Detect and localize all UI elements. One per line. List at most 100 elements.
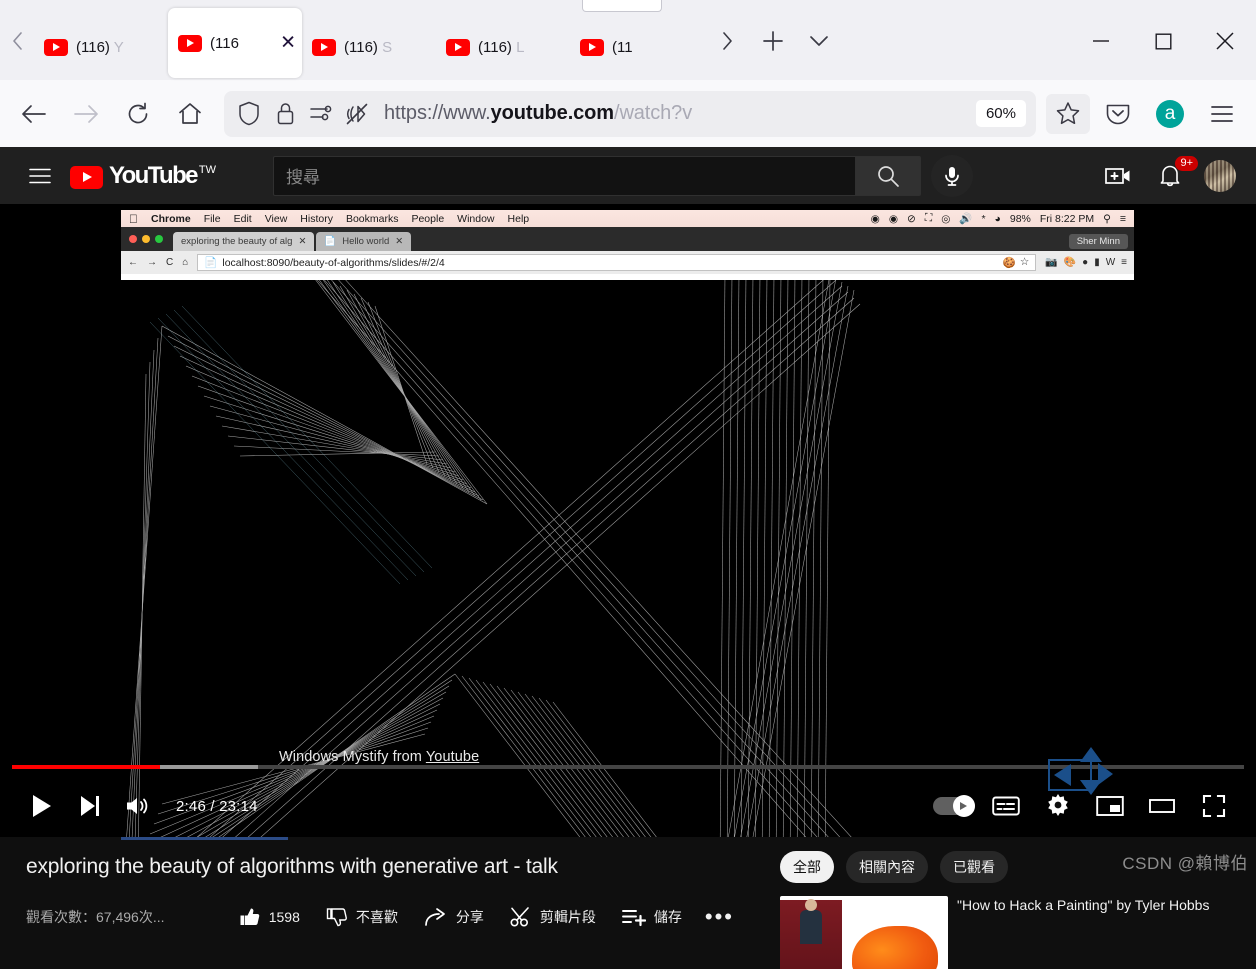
- mac-zoom-dot[interactable]: [155, 235, 163, 243]
- word-extension-icon[interactable]: W: [1106, 257, 1115, 268]
- chip-watched[interactable]: 已觀看: [940, 851, 1008, 883]
- shield-icon[interactable]: [232, 97, 266, 131]
- window-close-button[interactable]: [1194, 2, 1256, 80]
- bookmark-button[interactable]: [1046, 93, 1090, 134]
- badge-extension-icon[interactable]: ▮: [1094, 257, 1100, 268]
- window-maximize-button[interactable]: [1132, 2, 1194, 80]
- tabbar-drag-space: [842, 2, 1070, 80]
- padlock-icon[interactable]: [268, 97, 302, 131]
- dislike-button[interactable]: 不喜歡: [313, 897, 411, 937]
- new-tab-button[interactable]: [750, 2, 796, 80]
- home-button[interactable]: [166, 92, 214, 136]
- chip-related[interactable]: 相關內容: [846, 851, 928, 883]
- chrome-menu-icon[interactable]: ≡: [1121, 257, 1127, 268]
- volume-button[interactable]: [114, 782, 162, 830]
- youtube-page: YouTube TW 搜尋 9+ Chrome File Edit View H…: [0, 147, 1256, 969]
- home-icon: [179, 103, 201, 124]
- browser-tab-2-active[interactable]: (116 ✕: [168, 8, 302, 78]
- back-button[interactable]: [10, 92, 58, 136]
- plus-icon: [763, 31, 783, 51]
- mac-close-dot[interactable]: [129, 235, 137, 243]
- video-player[interactable]:  Chrome File Edit View History Bookmark…: [0, 204, 1256, 837]
- chrome-back-icon[interactable]: ←: [128, 257, 138, 268]
- window-minimize-button[interactable]: [1070, 2, 1132, 80]
- close-tab-button[interactable]: ✕: [280, 34, 296, 53]
- like-button[interactable]: 1598: [226, 897, 313, 937]
- cookie-blocked-icon[interactable]: 🍪: [1003, 256, 1016, 269]
- browser-tab-1[interactable]: (116) Y: [34, 16, 168, 78]
- tab-scroll-right-button[interactable]: [704, 2, 750, 80]
- clip-button[interactable]: 剪輯片段: [497, 897, 609, 937]
- chrome-profile-label[interactable]: Sher Minn: [1068, 234, 1128, 249]
- chrome-tab-2[interactable]: 📄 Hello world ✕: [316, 232, 412, 251]
- chrome-tab-active[interactable]: exploring the beauty of alg ✕: [173, 232, 315, 251]
- chrome-forward-icon[interactable]: →: [147, 257, 157, 268]
- chrome-url-field[interactable]: 📄 localhost:8090/beauty-of-algorithms/sl…: [197, 254, 1037, 271]
- miniplayer-button[interactable]: [1086, 782, 1134, 830]
- browser-navigation-bar: https://www.youtube.com/watch?v 60% a: [0, 80, 1256, 147]
- mac-menu-view: View: [255, 212, 288, 225]
- tab-scroll-left-button[interactable]: [0, 2, 34, 80]
- fullscreen-button[interactable]: [1190, 782, 1238, 830]
- save-button[interactable]: 儲存: [609, 897, 695, 937]
- related-video-title[interactable]: "How to Hack a Painting" by Tyler Hobbs: [957, 896, 1209, 969]
- autoplay-blocked-icon[interactable]: [340, 97, 374, 131]
- play-button[interactable]: [18, 782, 66, 830]
- youtube-logo[interactable]: YouTube TW: [70, 162, 216, 189]
- mac-minimize-dot[interactable]: [142, 235, 150, 243]
- next-video-icon: [81, 796, 99, 816]
- recorded-mac-screen:  Chrome File Edit View History Bookmark…: [121, 210, 1134, 280]
- chrome-reload-icon[interactable]: C: [166, 257, 173, 268]
- video-thumbnail[interactable]: [780, 896, 948, 969]
- next-video-button[interactable]: [66, 782, 114, 830]
- voice-search-button[interactable]: [931, 154, 974, 197]
- bluetooth-icon: *: [981, 212, 986, 225]
- overlay-caption-text: Windows Mystify from: [279, 749, 426, 765]
- chrome-tab-title: exploring the beauty of alg: [181, 236, 293, 247]
- reload-button[interactable]: [114, 92, 162, 136]
- zoom-level-badge[interactable]: 60%: [975, 100, 1026, 127]
- subtitles-button[interactable]: [982, 782, 1030, 830]
- forward-button[interactable]: [62, 92, 110, 136]
- autoplay-toggle-button[interactable]: [930, 782, 978, 830]
- address-bar[interactable]: https://www.youtube.com/watch?v 60%: [224, 90, 1036, 137]
- list-item[interactable]: "How to Hack a Painting" by Tyler Hobbs: [780, 896, 1240, 969]
- save-to-playlist-icon: [621, 910, 646, 927]
- chrome-tab-close-icon[interactable]: ✕: [298, 236, 306, 247]
- search-input[interactable]: 搜尋: [273, 155, 856, 196]
- browser-tab-5[interactable]: (11: [570, 16, 704, 78]
- pocket-button[interactable]: [1094, 92, 1142, 136]
- account-button[interactable]: a: [1146, 92, 1194, 136]
- theater-mode-button[interactable]: [1138, 782, 1186, 830]
- autoplay-toggle[interactable]: [933, 795, 975, 817]
- mac-menu-app: Chrome: [142, 212, 191, 225]
- app-menu-button[interactable]: [1198, 92, 1246, 136]
- bookmark-star-icon[interactable]: ☆: [1020, 256, 1029, 269]
- settings-button[interactable]: [1034, 782, 1082, 830]
- camera-extension-icon[interactable]: 📷: [1045, 257, 1057, 268]
- video-overlay-caption: Windows Mystify from Youtube: [279, 749, 479, 765]
- mac-menu-file: File: [194, 212, 221, 225]
- player-controls: 2:46 / 23:14: [0, 775, 1256, 837]
- browser-tab-3[interactable]: (116) S: [302, 16, 436, 78]
- notifications-button[interactable]: 9+: [1152, 155, 1198, 194]
- chrome-home-icon[interactable]: ⌂: [182, 257, 188, 268]
- list-all-tabs-button[interactable]: [796, 2, 842, 80]
- thumbnail-artwork: [852, 926, 938, 969]
- chrome-tab-close-icon[interactable]: ✕: [395, 236, 403, 247]
- minimize-icon: [1093, 40, 1109, 42]
- avatar[interactable]: [1204, 159, 1236, 192]
- more-actions-button[interactable]: •••: [695, 904, 744, 930]
- tab-title: (116) Y: [76, 38, 124, 56]
- padlock-icon: [277, 103, 293, 125]
- mac-window-controls[interactable]: [129, 227, 171, 251]
- color-extension-icon[interactable]: 🎨: [1064, 257, 1076, 268]
- permissions-icon[interactable]: [304, 97, 338, 131]
- circle-extension-icon[interactable]: ●: [1082, 257, 1088, 268]
- chip-all[interactable]: 全部: [780, 851, 834, 883]
- create-video-button[interactable]: [1100, 158, 1136, 194]
- share-button[interactable]: 分享: [411, 897, 497, 937]
- browser-tab-4[interactable]: (116) L: [436, 16, 570, 78]
- guide-toggle-button[interactable]: [20, 156, 60, 196]
- search-button[interactable]: [855, 155, 922, 196]
